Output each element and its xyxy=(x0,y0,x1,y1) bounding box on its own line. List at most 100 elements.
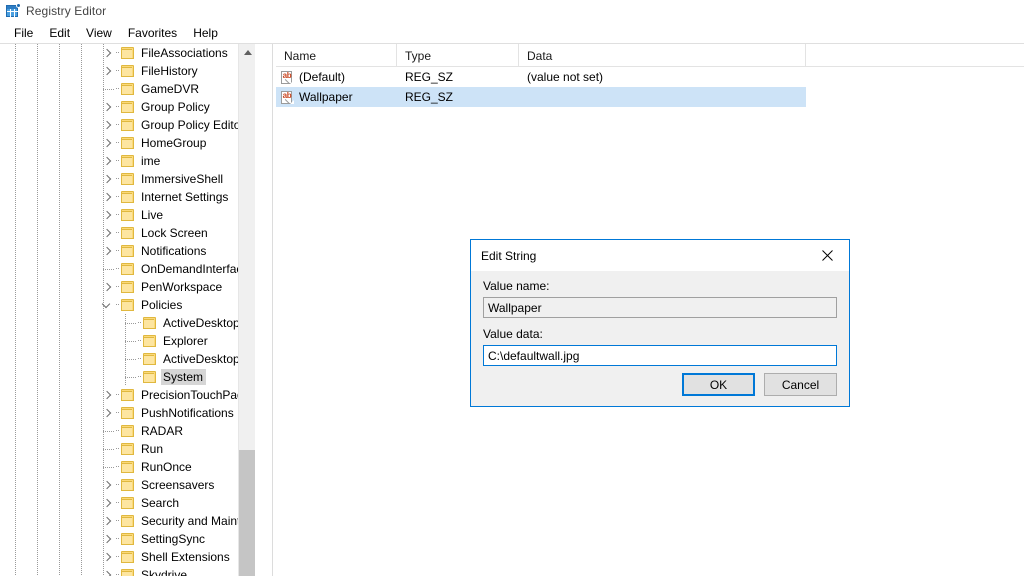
tree-node-label: Search xyxy=(141,496,180,510)
folder-icon xyxy=(143,317,157,329)
tree-node-notifications[interactable]: Notifications xyxy=(0,242,255,260)
tree-node-label: SettingSync xyxy=(141,532,206,546)
tree-node-system[interactable]: System xyxy=(0,368,255,386)
tree-node-label: ime xyxy=(141,154,161,168)
tree-scrollbar[interactable] xyxy=(238,44,255,576)
tree-node-gamedvr[interactable]: GameDVR xyxy=(0,80,255,98)
tree-node-immersiveshell[interactable]: ImmersiveShell xyxy=(0,170,255,188)
string-value-icon: ab xyxy=(281,90,294,104)
tree-node-label: Skydrive xyxy=(141,568,188,576)
tree-node-activedesktop[interactable]: ActiveDesktop xyxy=(0,350,255,368)
tree-node-run[interactable]: Run xyxy=(0,440,255,458)
chevron-right-icon[interactable] xyxy=(99,134,115,152)
chevron-right-icon[interactable] xyxy=(99,530,115,548)
tree-node-radar[interactable]: RADAR xyxy=(0,422,255,440)
chevron-right-icon[interactable] xyxy=(99,566,115,576)
tree-node-settingsync[interactable]: SettingSync xyxy=(0,530,255,548)
chevron-right-icon[interactable] xyxy=(99,278,115,296)
folder-icon xyxy=(121,515,135,527)
column-header-name[interactable]: Name xyxy=(276,44,397,67)
tree-node-runonce[interactable]: RunOnce xyxy=(0,458,255,476)
tree-node-penworkspace[interactable]: PenWorkspace xyxy=(0,278,255,296)
column-header-data[interactable]: Data xyxy=(519,44,806,67)
tree-node-policies[interactable]: Policies xyxy=(0,296,255,314)
scroll-thumb[interactable] xyxy=(239,450,255,576)
tree-node-label: GameDVR xyxy=(141,82,200,96)
chevron-right-icon[interactable] xyxy=(99,98,115,116)
tree-node-shell-extensions[interactable]: Shell Extensions xyxy=(0,548,255,566)
tree-node-label: Run xyxy=(141,442,164,456)
tree-node-filehistory[interactable]: FileHistory xyxy=(0,62,255,80)
tree-node-ondemandinterfaceca[interactable]: OnDemandInterfaceCa xyxy=(0,260,255,278)
tree-node-internet-settings[interactable]: Internet Settings xyxy=(0,188,255,206)
chevron-right-icon[interactable] xyxy=(99,512,115,530)
chevron-right-icon[interactable] xyxy=(99,404,115,422)
tree-node-label: Lock Screen xyxy=(141,226,208,240)
chevron-right-icon[interactable] xyxy=(99,116,115,134)
menu-item-edit[interactable]: Edit xyxy=(41,24,78,42)
window-title: Registry Editor xyxy=(26,4,107,18)
chevron-right-icon[interactable] xyxy=(99,170,115,188)
tree-node-group-policy[interactable]: Group Policy xyxy=(0,98,255,116)
tree-node-fileassociations[interactable]: FileAssociations xyxy=(0,44,255,62)
tree-node-label: RunOnce xyxy=(141,460,192,474)
chevron-right-icon[interactable] xyxy=(99,386,115,404)
tree-node-label: Screensavers xyxy=(141,478,215,492)
tree-node-search[interactable]: Search xyxy=(0,494,255,512)
chevron-right-icon[interactable] xyxy=(99,548,115,566)
value-row[interactable]: ab (Default) REG_SZ (value not set) xyxy=(276,67,1024,87)
chevron-right-icon[interactable] xyxy=(99,224,115,242)
folder-icon xyxy=(143,371,157,383)
folder-icon xyxy=(121,227,135,239)
tree-node-live[interactable]: Live xyxy=(0,206,255,224)
menu-item-file[interactable]: File xyxy=(6,24,41,42)
cancel-button[interactable]: Cancel xyxy=(764,373,837,396)
tree-node-label: PrecisionTouchPad xyxy=(141,388,244,402)
dialog-title-bar: Edit String xyxy=(471,240,849,271)
tree-node-security-and-maintena[interactable]: Security and Maintena xyxy=(0,512,255,530)
folder-icon xyxy=(121,263,135,275)
tree-elbow-connector xyxy=(121,332,137,350)
tree-node-explorer[interactable]: Explorer xyxy=(0,332,255,350)
value-name-cell: ab Wallpaper xyxy=(276,87,397,107)
value-data-cell xyxy=(519,87,806,107)
folder-icon xyxy=(121,281,135,293)
value-row[interactable]: ab Wallpaper REG_SZ xyxy=(276,87,806,107)
tree-node-group-policy-editor[interactable]: Group Policy Editor xyxy=(0,116,255,134)
tree-node-screensavers[interactable]: Screensavers xyxy=(0,476,255,494)
close-icon[interactable] xyxy=(805,240,849,270)
value-name-label: Value name: xyxy=(483,279,550,293)
main-content: FileAssociations FileHistory GameDVR Group … xyxy=(0,44,1024,576)
menu-item-view[interactable]: View xyxy=(78,24,120,42)
chevron-right-icon[interactable] xyxy=(99,206,115,224)
column-header-type[interactable]: Type xyxy=(397,44,519,67)
menu-item-favorites[interactable]: Favorites xyxy=(120,24,185,42)
chevron-right-icon[interactable] xyxy=(99,44,115,62)
tree-node-activedesktop[interactable]: ActiveDesktop xyxy=(0,314,255,332)
chevron-right-icon[interactable] xyxy=(99,476,115,494)
chevron-right-icon[interactable] xyxy=(99,152,115,170)
value-name-input[interactable] xyxy=(483,297,837,318)
tree-node-label: Internet Settings xyxy=(141,190,229,204)
scroll-up-button[interactable] xyxy=(239,44,255,61)
tree-node-skydrive[interactable]: Skydrive xyxy=(0,566,255,576)
value-data-input[interactable] xyxy=(483,345,837,366)
folder-icon xyxy=(121,101,135,113)
chevron-right-icon[interactable] xyxy=(99,242,115,260)
value-name-text: (Default) xyxy=(299,70,346,84)
menu-item-help[interactable]: Help xyxy=(185,24,226,42)
chevron-down-icon[interactable] xyxy=(99,296,115,314)
folder-icon xyxy=(121,137,135,149)
tree-node-pushnotifications[interactable]: PushNotifications xyxy=(0,404,255,422)
chevron-right-icon[interactable] xyxy=(99,494,115,512)
tree-node-lock-screen[interactable]: Lock Screen xyxy=(0,224,255,242)
dialog-title: Edit String xyxy=(481,248,537,263)
tree-node-homegroup[interactable]: HomeGroup xyxy=(0,134,255,152)
chevron-right-icon[interactable] xyxy=(99,188,115,206)
ok-button[interactable]: OK xyxy=(682,373,755,396)
tree-node-ime[interactable]: ime xyxy=(0,152,255,170)
registry-tree-pane[interactable]: FileAssociations FileHistory GameDVR Group … xyxy=(0,44,255,576)
tree-node-precisiontouchpad[interactable]: PrecisionTouchPad xyxy=(0,386,255,404)
folder-icon xyxy=(121,209,135,221)
chevron-right-icon[interactable] xyxy=(99,62,115,80)
